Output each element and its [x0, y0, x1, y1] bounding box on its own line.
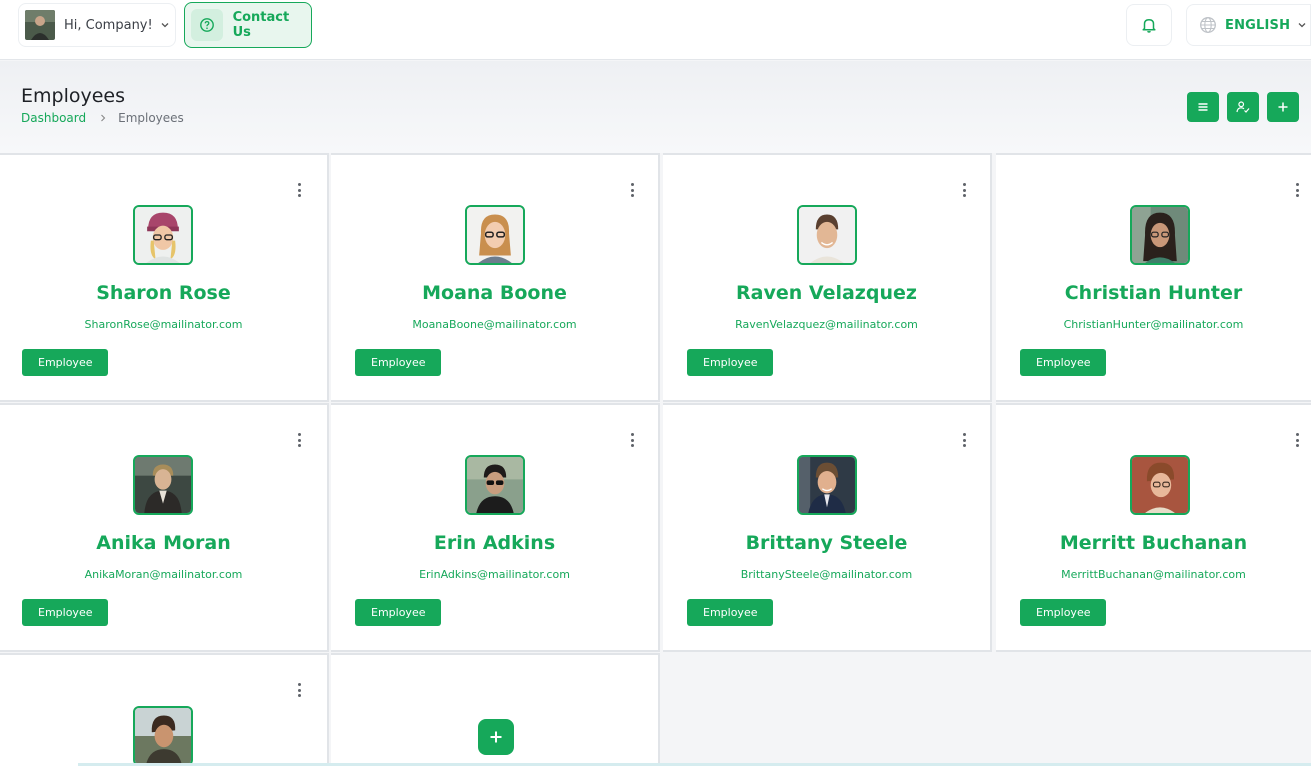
user-menu[interactable]: Hi, Company!	[18, 3, 176, 47]
user-check-button[interactable]	[1227, 92, 1259, 122]
more-options-icon[interactable]	[1290, 431, 1304, 449]
employee-avatar	[1130, 455, 1190, 515]
role-badge[interactable]: Employee	[22, 349, 109, 376]
employee-email: MerrittBuchanan@mailinator.com	[1061, 568, 1246, 581]
more-options-icon[interactable]	[957, 181, 971, 199]
employee-name[interactable]: Christian Hunter	[996, 282, 1311, 304]
employee-avatar	[133, 205, 193, 265]
language-label: ENGLISH	[1225, 17, 1291, 33]
breadcrumb-dashboard-link[interactable]: Dashboard	[21, 111, 86, 125]
list-view-icon	[1198, 103, 1208, 111]
employee-name[interactable]: Moana Boone	[331, 282, 658, 304]
notifications-button[interactable]	[1126, 4, 1172, 46]
globe-icon	[1200, 17, 1216, 33]
breadcrumb-current: Employees	[118, 111, 184, 125]
bell-icon	[1142, 19, 1156, 33]
more-options-icon[interactable]	[292, 431, 306, 449]
employee-card: Merritt Buchanan MerrittBuchanan@mailina…	[996, 403, 1311, 652]
plus-icon	[490, 731, 502, 743]
help-circle-icon	[191, 9, 223, 41]
employee-name[interactable]: Merritt Buchanan	[996, 532, 1311, 554]
role-badge[interactable]: Employee	[22, 599, 109, 626]
role-badge[interactable]: Employee	[355, 599, 442, 626]
role-badge[interactable]: Employee	[687, 599, 774, 626]
more-options-icon[interactable]	[1290, 181, 1304, 199]
contact-us-label: Contact Us	[232, 10, 290, 40]
employee-avatar	[465, 205, 525, 265]
employee-email: MoanaBoone@mailinator.com	[412, 318, 577, 331]
breadcrumb: Dashboard Employees	[21, 111, 184, 125]
employee-card: Brittany Steele BrittanySteele@mailinato…	[663, 403, 992, 652]
employee-avatar	[797, 205, 857, 265]
employee-card: Christian Hunter ChristianHunter@mailina…	[996, 153, 1311, 402]
employee-email: SharonRose@mailinator.com	[84, 318, 243, 331]
employee-card: Sharon Rose SharonRose@mailinator.com Em…	[0, 153, 329, 402]
role-badge[interactable]: Employee	[355, 349, 442, 376]
employee-name[interactable]: Erin Adkins	[331, 532, 658, 554]
add-employee-button[interactable]	[1267, 92, 1299, 122]
more-options-icon[interactable]	[625, 181, 639, 199]
employee-card: Erin Adkins ErinAdkins@mailinator.com Em…	[331, 403, 660, 652]
employee-email: ErinAdkins@mailinator.com	[419, 568, 570, 581]
more-options-icon[interactable]	[957, 431, 971, 449]
employee-name[interactable]: Raven Velazquez	[663, 282, 990, 304]
chevron-down-icon	[161, 23, 169, 28]
role-badge[interactable]: Employee	[1020, 349, 1107, 376]
plus-icon	[1278, 102, 1288, 112]
employee-avatar	[133, 455, 193, 515]
chevron-right-icon	[101, 114, 106, 122]
employee-card: Moana Boone MoanaBoone@mailinator.com Em…	[331, 153, 660, 402]
add-employee-card-button[interactable]	[478, 719, 514, 755]
contact-us-button[interactable]: Contact Us	[184, 2, 312, 48]
page-header: Employees Dashboard Employees	[0, 61, 1311, 153]
employee-name[interactable]: Sharon Rose	[0, 282, 327, 304]
user-greeting: Hi, Company!	[64, 17, 153, 33]
employee-email: ChristianHunter@mailinator.com	[1063, 318, 1244, 331]
more-options-icon[interactable]	[625, 431, 639, 449]
employee-name[interactable]: Brittany Steele	[663, 532, 990, 554]
employee-avatar	[1130, 205, 1190, 265]
role-badge[interactable]: Employee	[687, 349, 774, 376]
employee-email: BrittanySteele@mailinator.com	[740, 568, 913, 581]
language-selector[interactable]: ENGLISH	[1186, 4, 1311, 46]
add-employee-card	[331, 653, 660, 766]
more-options-icon[interactable]	[292, 181, 306, 199]
role-badge[interactable]: Employee	[1020, 599, 1107, 626]
page-title: Employees	[21, 85, 125, 107]
employee-avatar	[465, 455, 525, 515]
company-avatar	[25, 10, 55, 40]
user-check-icon	[1236, 101, 1250, 113]
employee-grid: Sharon Rose SharonRose@mailinator.com Em…	[0, 153, 1311, 766]
employee-avatar	[133, 706, 193, 766]
employee-email: AnikaMoran@mailinator.com	[84, 568, 243, 581]
top-bar: Hi, Company! Contact Us ENGLISH	[0, 0, 1311, 60]
employee-name[interactable]: Anika Moran	[0, 532, 327, 554]
employee-email: RavenVelazquez@mailinator.com	[735, 318, 918, 331]
employee-card: Anika Moran AnikaMoran@mailinator.com Em…	[0, 403, 329, 652]
more-options-icon[interactable]	[292, 681, 306, 699]
employee-avatar	[797, 455, 857, 515]
employee-card: Raven Velazquez RavenVelazquez@mailinato…	[663, 153, 992, 402]
employee-card	[0, 653, 329, 766]
chevron-down-icon	[1298, 23, 1306, 28]
list-view-button[interactable]	[1187, 92, 1219, 122]
